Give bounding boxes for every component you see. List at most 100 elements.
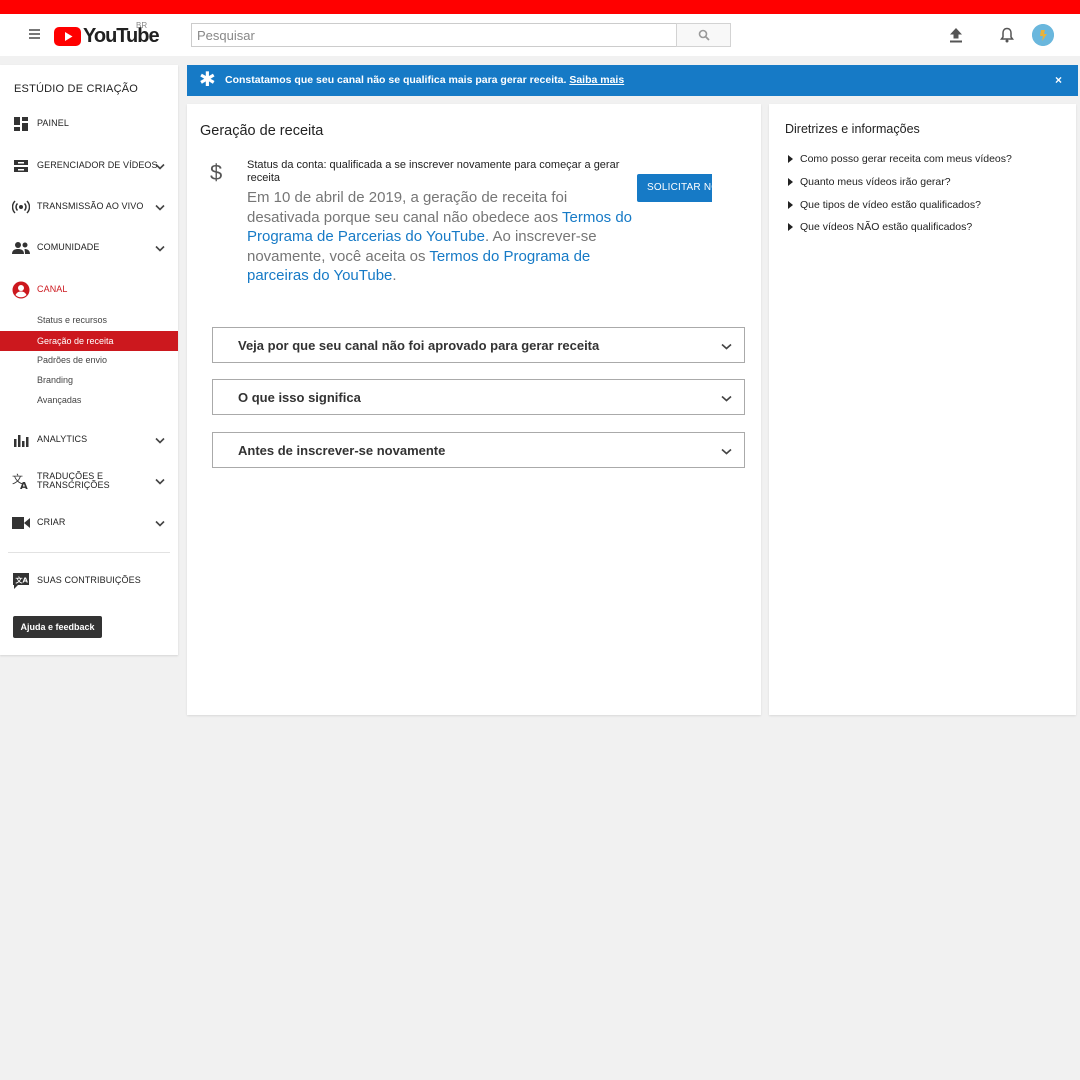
contributions-icon: 文A	[12, 572, 30, 590]
logo-wordmark: YouTube	[83, 25, 160, 47]
chevron-down-icon[interactable]	[154, 160, 166, 172]
sidebar-item-video-manager[interactable]: GERENCIADOR DE VÍDEOS	[0, 154, 178, 178]
caret-right-icon	[788, 201, 793, 209]
chevron-down-icon	[720, 392, 732, 404]
sidebar-item-create[interactable]: CRIAR	[0, 511, 178, 535]
sidebar-item-live-broadcast[interactable]: TRANSMISSÃO AO VIVO	[0, 195, 178, 219]
translate-icon: 文A	[12, 472, 30, 490]
sidebar-subitem-advanced[interactable]: Avançadas	[0, 390, 178, 410]
sidebar-divider	[8, 552, 170, 553]
top-red-bar	[0, 0, 1080, 14]
sidebar: ESTÚDIO DE CRIAÇÃO PAINEL GERENCIADOR DE…	[0, 65, 178, 655]
sidebar-item-label: TRANSMISSÃO AO VIVO	[37, 201, 144, 212]
sidebar-item-label: ANALYTICS	[37, 434, 88, 445]
sidebar-item-channel[interactable]: CANAL	[0, 278, 178, 302]
guidelines-title: Diretrizes e informações	[785, 122, 920, 136]
monetization-description: Em 10 de abril de 2019, a geração de rec…	[247, 188, 642, 286]
youtube-logo[interactable]: YouTube BR	[54, 21, 160, 48]
caret-right-icon	[788, 223, 793, 231]
caret-right-icon	[788, 178, 793, 186]
upload-button[interactable]	[945, 24, 967, 46]
sidebar-subitem-label: Status e recursos	[37, 315, 108, 325]
search-icon	[698, 29, 710, 41]
sidebar-subitem-branding[interactable]: Branding	[0, 370, 178, 390]
desc-text: .	[392, 267, 397, 284]
community-icon	[12, 239, 30, 257]
guideline-link[interactable]: Como posso gerar receita com meus vídeos…	[785, 152, 1012, 166]
upload-icon	[950, 28, 962, 43]
chevron-down-icon[interactable]	[154, 434, 166, 446]
dashboard-icon	[12, 115, 30, 133]
sidebar-subitem-label: Padrões de envio	[37, 355, 108, 365]
country-code: BR	[136, 21, 148, 30]
accordion-what-it-means[interactable]: O que isso significa	[212, 379, 745, 415]
guidelines-card: Diretrizes e informações Como posso gera…	[769, 104, 1076, 715]
guideline-link-text: Que vídeos NÃO estão qualificados?	[800, 221, 973, 233]
guide-menu-button[interactable]	[24, 24, 44, 44]
masthead: YouTube BR	[0, 14, 1080, 56]
sidebar-subitem-status[interactable]: Status e recursos	[0, 310, 178, 330]
guideline-link[interactable]: Que tipos de vídeo estão qualificados?	[785, 198, 981, 212]
accordion-why-not-approved[interactable]: Veja por que seu canal não foi aprovado …	[212, 327, 745, 363]
alert-banner: ✱ Constatamos que seu canal não se quali…	[187, 65, 1078, 96]
sidebar-subitem-label: Branding	[37, 375, 74, 385]
monetization-card: Geração de receita $ Status da conta: qu…	[187, 104, 761, 715]
youtube-play-icon	[54, 26, 81, 46]
sidebar-item-analytics[interactable]: ANALYTICS	[0, 428, 178, 452]
menu-line	[28, 29, 40, 31]
sidebar-item-contributions[interactable]: 文A SUAS CONTRIBUIÇÕES	[0, 569, 178, 593]
guideline-link-text: Que tipos de vídeo estão qualificados?	[800, 199, 981, 211]
video-manager-icon	[12, 157, 30, 175]
apply-again-button[interactable]: SOLICITAR NO	[637, 174, 712, 202]
avatar[interactable]	[1032, 24, 1054, 46]
live-broadcast-icon	[12, 198, 30, 216]
chevron-down-icon[interactable]	[154, 242, 166, 254]
sidebar-subitem-label: Avançadas	[37, 395, 82, 405]
studio-title: ESTÚDIO DE CRIAÇÃO	[14, 83, 139, 95]
chevron-down-icon[interactable]	[154, 201, 166, 213]
guideline-link-text: Quanto meus vídeos irão gerar?	[800, 176, 951, 188]
sidebar-subitem-monetization[interactable]: Geração de receita	[0, 331, 178, 351]
desc-text: Em 10 de abril de 2019, a geração de rec…	[247, 189, 568, 226]
sidebar-item-label: COMUNIDADE	[37, 242, 100, 253]
sidebar-item-label: PAINEL	[37, 118, 69, 129]
guideline-link[interactable]: Quanto meus vídeos irão gerar?	[785, 175, 951, 189]
search-input[interactable]	[191, 23, 677, 47]
sidebar-subitem-upload-defaults[interactable]: Padrões de envio	[0, 350, 178, 370]
svg-text:A: A	[20, 481, 28, 490]
sidebar-item-label: CANAL	[37, 284, 68, 295]
star-icon: ✱	[199, 69, 216, 91]
accordion-label: Antes de inscrever-se novamente	[238, 443, 446, 458]
accordion-label: Veja por que seu canal não foi aprovado …	[238, 338, 600, 353]
guideline-link[interactable]: Que vídeos NÃO estão qualificados?	[785, 220, 972, 234]
menu-line	[28, 37, 40, 39]
bell-icon	[1000, 27, 1014, 43]
accordion-label: O que isso significa	[238, 390, 361, 405]
banner-message: Constatamos que seu canal não se qualifi…	[225, 74, 624, 86]
close-icon[interactable]: ×	[1055, 73, 1062, 87]
svg-text:文A: 文A	[16, 576, 29, 585]
learn-more-link[interactable]: Saiba mais	[569, 74, 624, 86]
sidebar-item-community[interactable]: COMUNIDADE	[0, 236, 178, 260]
sidebar-item-label: CRIAR	[37, 517, 66, 528]
channel-icon	[12, 281, 30, 299]
sidebar-item-label: SUAS CONTRIBUIÇÕES	[37, 575, 141, 586]
chevron-down-icon[interactable]	[154, 475, 166, 487]
help-feedback-button[interactable]: Ajuda e feedback	[13, 616, 102, 638]
page-title: Geração de receita	[200, 123, 324, 139]
create-video-icon	[12, 514, 30, 532]
sidebar-item-label: TRADUÇÕES E TRANSCRIÇÕES	[37, 470, 110, 490]
banner-text: Constatamos que seu canal não se qualifi…	[225, 74, 567, 86]
notifications-button[interactable]	[996, 24, 1018, 46]
sidebar-item-translations[interactable]: 文A TRADUÇÕES E TRANSCRIÇÕES	[0, 469, 178, 493]
sidebar-item-dashboard[interactable]: PAINEL	[0, 112, 178, 136]
caret-right-icon	[788, 155, 793, 163]
guideline-link-text: Como posso gerar receita com meus vídeos…	[800, 153, 1012, 165]
search-button[interactable]	[676, 23, 731, 47]
chevron-down-icon	[720, 340, 732, 352]
chevron-down-icon	[720, 445, 732, 457]
accordion-before-reapplying[interactable]: Antes de inscrever-se novamente	[212, 432, 745, 468]
chevron-down-icon[interactable]	[154, 517, 166, 529]
sidebar-item-label: GERENCIADOR DE VÍDEOS	[37, 160, 158, 171]
dollar-icon: $	[210, 160, 223, 185]
